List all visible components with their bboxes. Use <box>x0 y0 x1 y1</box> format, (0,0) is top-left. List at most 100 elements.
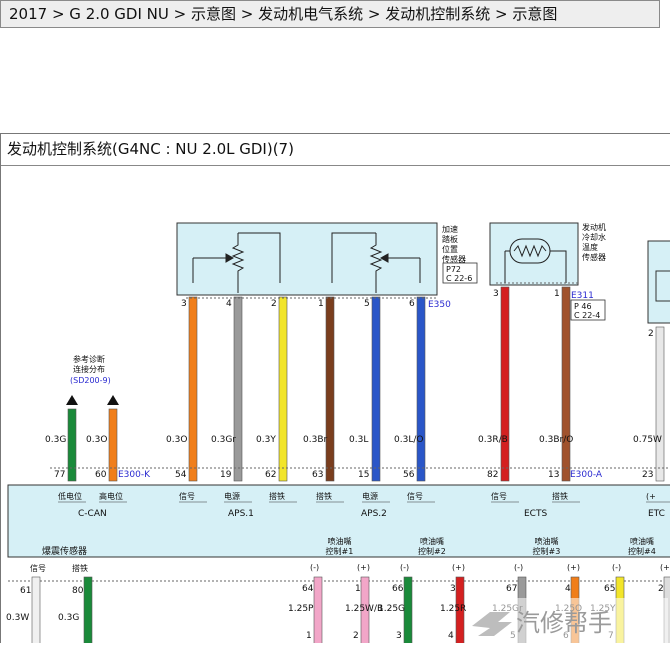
breadcrumb-engine-electrical[interactable]: 发动机电气系统 <box>258 5 363 23</box>
wire-pin-top-2: 3 <box>181 299 187 309</box>
ecm-pin-label-7: 信号 <box>407 491 423 501</box>
injector-4-pin-pos: 2 <box>658 584 664 594</box>
wire-size-2: 0.3O <box>166 435 187 445</box>
injector-1-neg: (-) <box>310 563 319 572</box>
injector-2-title-2: 控制#2 <box>418 546 446 556</box>
watermark-logo-icon: 汽修帮手 <box>472 609 612 637</box>
wire-0[interactable] <box>67 408 77 482</box>
aps-ref-p: P72 <box>446 265 461 274</box>
knock-sensor-label: 爆震传感器 <box>42 545 87 557</box>
breadcrumb: 2017 > G 2.0 GDI NU > 示意图 > 发动机电气系统 > 发动… <box>0 0 660 28</box>
ects-ref-p: P 46 <box>574 302 592 311</box>
knock-wire-1[interactable] <box>83 576 93 643</box>
wire-pin-top-10: 2 <box>648 329 654 339</box>
ecm-pin-label-0: 低电位 <box>58 491 82 501</box>
wire-pin-top-3: 4 <box>226 299 232 309</box>
wire-3[interactable] <box>233 296 243 482</box>
wire-6[interactable] <box>371 296 381 482</box>
injector-1-pos: (+) <box>357 563 370 572</box>
ecm-pin-label-1: 高电位 <box>99 491 123 501</box>
wire-pin-bottom-1: 60 <box>95 470 107 480</box>
watermark: 汽修帮手 <box>468 598 668 643</box>
injector-2-low-pos: 4 <box>448 631 454 641</box>
wire-pin-top-5: 1 <box>318 299 324 309</box>
injector-4-pos: (+) <box>660 563 670 572</box>
injector-2-title-1: 喷油嘴 <box>420 536 444 546</box>
injector-1-low-neg: 1 <box>306 631 312 641</box>
breadcrumb-engine-control[interactable]: 发动机控制系统 <box>385 5 490 23</box>
ects-ref-c: C 22-4 <box>574 311 600 320</box>
wire-pin-bottom-8: 82 <box>487 470 498 480</box>
wire-pin-top-8: 3 <box>493 289 499 299</box>
ref-note-link[interactable]: (SD200-9) <box>70 376 111 385</box>
ecm-connector-a[interactable]: E300-A <box>570 470 603 480</box>
wire-pin-bottom-10: 23 <box>642 470 653 480</box>
breadcrumb-separator: > <box>236 5 259 23</box>
injector-2-low-neg: 3 <box>396 631 402 641</box>
injector-3-pin-neg: 67 <box>506 584 517 594</box>
aps-connector-id[interactable]: E350 <box>428 300 451 310</box>
breadcrumb-separator: > <box>363 5 386 23</box>
wire-size-8: 0.3R/B <box>478 435 508 445</box>
injector-2-pin-pos: 3 <box>450 584 456 594</box>
injector-3-pin-pos: 4 <box>565 584 571 594</box>
injector-2-pos: (+) <box>452 563 465 572</box>
aps-ref-c: C 22-6 <box>446 274 472 283</box>
ecm-pin-label-3: 电源 <box>224 491 240 501</box>
wire-5[interactable] <box>325 296 335 482</box>
ecm-connector-k[interactable]: E300-K <box>118 470 151 480</box>
knock-pin-0: 61 <box>20 586 31 596</box>
group-ects: ECTS <box>524 509 547 519</box>
injector-2-size-neg: 1.25G <box>378 604 405 614</box>
wire-pin-bottom-5: 63 <box>312 470 323 480</box>
group-aps1: APS.1 <box>228 509 254 519</box>
injector-4-pin-neg: 65 <box>604 584 615 594</box>
wire-pin-bottom-2: 54 <box>175 470 187 480</box>
wire-size-5: 0.3Br <box>303 435 327 445</box>
injector-1-pin-neg: 64 <box>302 584 314 594</box>
wire-size-6: 0.3L <box>349 435 368 445</box>
knock-sig-label: 信号 <box>30 563 46 573</box>
injector-2-size-pos: 1.25R <box>440 604 466 614</box>
can-low-arrow <box>66 395 78 405</box>
wire-4[interactable] <box>278 296 288 482</box>
injector-2-neg: (-) <box>400 563 409 572</box>
wire-pin-bottom-6: 15 <box>358 470 369 480</box>
aps-label-line-2: 踏板 <box>442 234 458 244</box>
injector-4-title-2: 控制#4 <box>628 546 656 556</box>
wire-7[interactable] <box>416 296 426 482</box>
knock-pin-1: 80 <box>72 586 84 596</box>
injector-1-title-2: 控制#1 <box>326 546 354 556</box>
wire-pin-top-7: 6 <box>409 299 415 309</box>
wire-1[interactable] <box>108 408 118 482</box>
injector-3-neg: (-) <box>514 563 523 572</box>
ects-label-line-3: 温度 <box>582 242 598 252</box>
wire-9[interactable] <box>561 286 571 482</box>
aps-label-line-1: 加速 <box>442 224 458 234</box>
injector-4-title-1: 喷油嘴 <box>630 536 654 546</box>
injector-2-wire-neg[interactable] <box>403 576 413 643</box>
wire-2[interactable] <box>188 296 198 482</box>
wiring-diagram: 加速 踏板 位置 传感器 P72 C 22-6 E350 发动机 冷却水 温度 … <box>6 222 670 643</box>
breadcrumb-separator: > <box>490 5 513 23</box>
breadcrumb-engine[interactable]: G 2.0 GDI NU <box>69 5 169 23</box>
breadcrumb-schematic[interactable]: 示意图 <box>191 5 236 23</box>
group-etc: ETC <box>648 509 665 519</box>
wire-size-4: 0.3Y <box>256 435 276 445</box>
ecm-pin-label-9: 搭铁 <box>552 491 568 501</box>
wire-10[interactable] <box>655 326 665 482</box>
wire-pin-bottom-9: 13 <box>548 470 559 480</box>
injector-1-wire-neg[interactable] <box>313 576 323 643</box>
breadcrumb-year[interactable]: 2017 <box>9 5 47 23</box>
can-high-arrow <box>107 395 119 405</box>
group-aps2: APS.2 <box>361 509 387 519</box>
etc-box-partial <box>647 240 670 324</box>
wire-8[interactable] <box>500 286 510 482</box>
ects-connector-id[interactable]: E311 <box>571 291 594 301</box>
knock-wire-0[interactable] <box>31 576 41 643</box>
wire-size-0: 0.3G <box>45 435 66 445</box>
ref-note-line-1: 参考诊断 <box>73 354 105 364</box>
injector-1-pin-pos: 1 <box>355 584 361 594</box>
ects-label-line-4: 传感器 <box>582 252 606 262</box>
wire-pin-bottom-0: 77 <box>54 470 65 480</box>
